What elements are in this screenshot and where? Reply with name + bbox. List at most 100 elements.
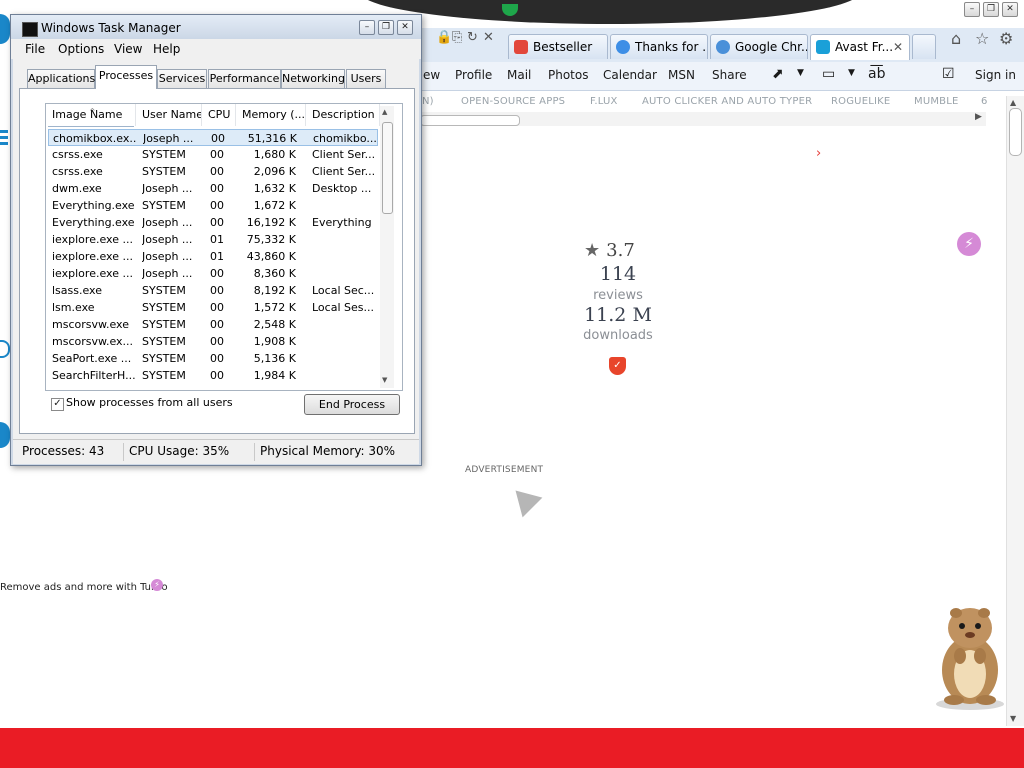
process-row[interactable]: dwm.exe Joseph ... 00 1,632 K Desktop ... (48, 180, 378, 197)
site-nav-flux[interactable]: F.LUX (590, 96, 618, 107)
process-row[interactable]: mscorsvw.exe SYSTEM 00 2,548 K (48, 316, 378, 333)
row-memory: 1,680 K (253, 148, 296, 161)
process-row[interactable]: Everything.exe Joseph ... 00 16,192 K Everyt… (48, 214, 378, 231)
scroll-down-arrow-icon[interactable]: ▼ (1010, 714, 1016, 723)
close-icon[interactable]: ✕ (1002, 2, 1018, 17)
dropdown-arrow-icon[interactable]: ▼ (797, 68, 804, 78)
new-tab-button[interactable] (912, 34, 936, 59)
scroll-down-arrow-icon[interactable]: ▼ (382, 376, 387, 384)
end-process-button[interactable]: End Process (304, 394, 400, 415)
menu-help[interactable]: Help (153, 42, 180, 56)
minimize-icon[interactable]: – (359, 20, 375, 35)
scroll-up-arrow-icon[interactable]: ▲ (382, 108, 387, 116)
menu-view[interactable]: View (114, 42, 142, 56)
row-cpu: 00 (210, 199, 224, 212)
cmd-msn[interactable]: MSN (668, 68, 695, 82)
site-nav-more[interactable]: 6 (981, 96, 988, 107)
turbo-bolt-icon[interactable]: ⚡ (957, 232, 981, 256)
row-description: Everything (312, 216, 372, 229)
row-user-name: SYSTEM (142, 369, 186, 382)
menu-bar: File Options View Help (11, 39, 421, 59)
feeds-icon[interactable]: ▭ (822, 66, 835, 82)
row-memory: 1,984 K (253, 369, 296, 382)
minimize-icon[interactable]: – (964, 2, 980, 17)
site-nav-roguelike[interactable]: ROGUELIKE (831, 96, 890, 107)
process-row[interactable]: chomikbox.ex... Joseph ... 00 51,316 K chomi… (48, 129, 378, 146)
process-row[interactable]: lsass.exe SYSTEM 00 8,192 K Local Sec... (48, 282, 378, 299)
process-row[interactable]: csrss.exe SYSTEM 00 2,096 K Client Ser... (48, 163, 378, 180)
add-to-favorites-icon[interactable]: ⬈ (772, 66, 784, 82)
tab-users[interactable]: Users (346, 69, 386, 88)
column-image-name[interactable]: ^ Image Name (46, 104, 136, 126)
tab-thanks[interactable]: Thanks for ... (610, 34, 708, 59)
process-row[interactable]: mscorsvw.ex... SYSTEM 00 1,908 K (48, 333, 378, 350)
compat-icon[interactable]: ⎘ (452, 30, 462, 45)
left-edge-button[interactable] (0, 422, 10, 448)
process-row[interactable]: iexplore.exe ... Joseph ... 01 75,332 K (48, 231, 378, 248)
task-manager-titlebar[interactable]: Windows Task Manager – ❐ ✕ (11, 15, 421, 39)
row-user-name: Joseph ... (143, 132, 194, 145)
tab-performance[interactable]: Performance (208, 69, 281, 88)
dropdown-arrow-icon[interactable]: ▼ (848, 68, 855, 78)
tab-avast[interactable]: Avast Fr... ✕ (810, 34, 910, 60)
process-row[interactable]: Everything.exe SYSTEM 00 1,672 K (48, 197, 378, 214)
site-nav-auto-clicker[interactable]: AUTO CLICKER AND AUTO TYPER (642, 96, 812, 107)
row-cpu: 00 (211, 132, 225, 145)
scroll-up-arrow-icon[interactable]: ▲ (1010, 98, 1016, 107)
column-cpu[interactable]: CPU (202, 104, 236, 126)
process-row[interactable]: iexplore.exe ... Joseph ... 00 8,360 K (48, 265, 378, 282)
menu-file[interactable]: File (25, 42, 45, 56)
row-description: Client Ser... (312, 165, 376, 178)
cmd-calendar[interactable]: Calendar (603, 68, 657, 82)
tab-processes[interactable]: Processes (95, 65, 157, 89)
site-nav-mumble[interactable]: MUMBLE (914, 96, 959, 107)
sign-in-link[interactable]: Sign in (975, 68, 1016, 82)
process-row[interactable]: iexplore.exe ... Joseph ... 01 43,860 K (48, 248, 378, 265)
tab-google-chrome[interactable]: Google Chr... (710, 34, 808, 59)
menu-options[interactable]: Options (58, 42, 104, 56)
tab-applications[interactable]: Applications (27, 69, 95, 88)
process-row[interactable]: SeaPort.exe ... SYSTEM 00 5,136 K (48, 350, 378, 367)
row-user-name: SYSTEM (142, 284, 186, 297)
site-nav-item[interactable]: N) (422, 96, 434, 107)
scroll-right-arrow-icon[interactable]: ▶ (975, 112, 982, 122)
process-row[interactable]: csrss.exe SYSTEM 00 1,680 K Client Ser... (48, 146, 378, 163)
restore-icon[interactable]: ❐ (983, 2, 999, 17)
cmd-photos[interactable]: Photos (548, 68, 588, 82)
process-row[interactable]: lsm.exe SYSTEM 00 1,572 K Local Ses... (48, 299, 378, 316)
favorites-star-icon[interactable]: ☆ (975, 29, 989, 48)
menu-icon[interactable] (0, 130, 8, 133)
column-user-name[interactable]: User Name (136, 104, 202, 126)
close-icon[interactable]: ✕ (397, 20, 413, 35)
refresh-icon[interactable]: ↻ (467, 30, 478, 45)
column-description[interactable]: Description (306, 104, 380, 126)
cmd-profile[interactable]: Profile (455, 68, 492, 82)
restore-icon[interactable]: ❐ (378, 20, 394, 35)
translate-icon[interactable]: a͞b (868, 66, 885, 82)
row-cpu: 00 (210, 267, 224, 280)
task-manager-app-icon (22, 22, 38, 37)
chevron-right-icon[interactable]: › (816, 146, 821, 161)
stop-icon[interactable]: ✕ (483, 30, 494, 45)
site-nav-open-source[interactable]: OPEN-SOURCE APPS (461, 96, 565, 107)
horizontal-scroll-thumb[interactable] (420, 115, 520, 126)
process-list-scroll-thumb[interactable] (382, 122, 393, 214)
cmd-partial[interactable]: ew (423, 68, 440, 82)
gear-icon[interactable]: ⚙ (999, 29, 1013, 48)
home-icon[interactable]: ⌂ (951, 29, 961, 48)
show-all-processes-checkbox[interactable]: ✓ (51, 398, 64, 411)
column-memory[interactable]: Memory (... (236, 104, 306, 126)
tab-bestseller[interactable]: Bestseller (508, 34, 608, 59)
vertical-scroll-thumb[interactable] (1009, 108, 1022, 156)
tab-networking[interactable]: Networking (281, 69, 345, 88)
tab-close-icon[interactable]: ✕ (893, 35, 903, 59)
checkbox-icon[interactable]: ☑ (942, 66, 955, 82)
cmd-share[interactable]: Share (712, 68, 747, 82)
tab-services[interactable]: Services (157, 69, 207, 88)
ie-icon (716, 40, 730, 54)
remove-ads-link[interactable]: Remove ads and more with Turbo (0, 582, 168, 593)
row-cpu: 01 (210, 233, 224, 246)
cmd-mail[interactable]: Mail (507, 68, 531, 82)
process-row[interactable]: SearchFilterH... SYSTEM 00 1,984 K (48, 367, 378, 384)
footer-banner (0, 728, 1024, 768)
